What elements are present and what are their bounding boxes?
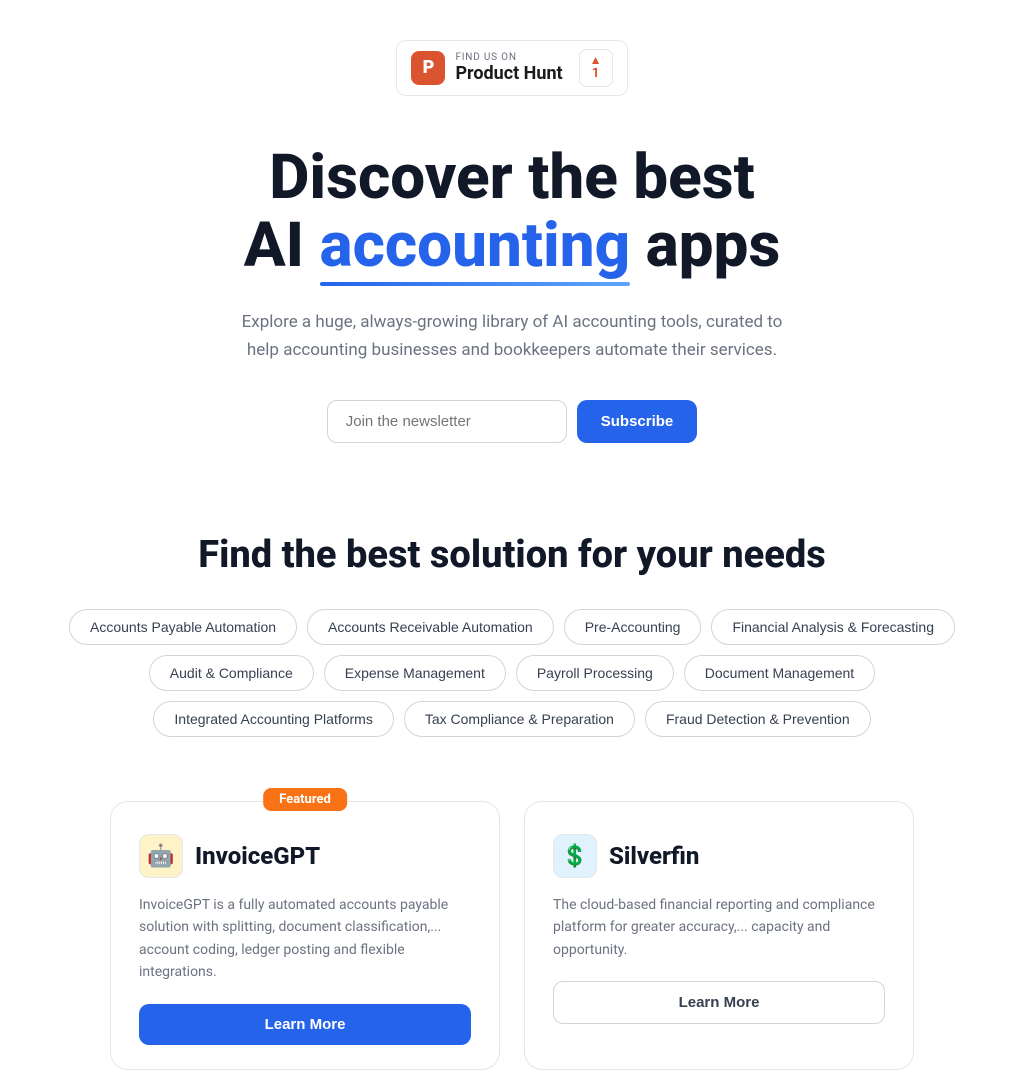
featured-badge: Featured [263, 788, 347, 811]
card-description: The cloud-based financial reporting and … [553, 894, 885, 961]
product-hunt-badge[interactable]: P FIND US ON Product Hunt ▲ 1 [396, 40, 627, 96]
tag-button[interactable]: Accounts Receivable Automation [307, 609, 554, 645]
card-name: InvoiceGPT [195, 842, 320, 870]
tag-button[interactable]: Document Management [684, 655, 875, 691]
newsletter-row: Subscribe [20, 400, 1004, 443]
card-logo-icon: 🤖 [139, 834, 183, 878]
find-us-label: FIND US ON [455, 52, 562, 63]
hero-line2-pre: AI [244, 209, 320, 282]
card-header: 💲 Silverfin [553, 834, 885, 878]
card-cta-button[interactable]: Learn More [553, 981, 885, 1024]
tag-button[interactable]: Fraud Detection & Prevention [645, 701, 871, 737]
hero-line1: Discover the best [269, 141, 755, 214]
find-section: Find the best solution for your needs Ac… [0, 463, 1024, 761]
product-hunt-name: Product Hunt [455, 63, 562, 84]
hero-line2-post: apps [630, 209, 780, 282]
tag-button[interactable]: Audit & Compliance [149, 655, 314, 691]
card-header: 🤖 InvoiceGPT [139, 834, 471, 878]
tag-button[interactable]: Payroll Processing [516, 655, 674, 691]
vote-count: 1 [592, 66, 599, 82]
tag-button[interactable]: Accounts Payable Automation [69, 609, 297, 645]
hero-title: Discover the best AI accounting apps [162, 144, 862, 280]
tags-container: Accounts Payable Automation Accounts Rece… [20, 609, 1004, 737]
card-cta-button[interactable]: Learn More [139, 1004, 471, 1045]
hero-section: Discover the best AI accounting apps Exp… [0, 96, 1024, 463]
card-name: Silverfin [609, 842, 699, 870]
product-hunt-vote[interactable]: ▲ 1 [579, 49, 613, 87]
vote-arrow-icon: ▲ [590, 54, 602, 66]
hero-subtitle: Explore a huge, always-growing library o… [232, 308, 792, 364]
tag-button[interactable]: Tax Compliance & Preparation [404, 701, 635, 737]
tag-button[interactable]: Integrated Accounting Platforms [153, 701, 393, 737]
newsletter-input[interactable] [327, 400, 567, 443]
tag-button[interactable]: Pre-Accounting [564, 609, 702, 645]
product-card: 💲 Silverfin The cloud-based financial re… [524, 801, 914, 1070]
tag-button[interactable]: Financial Analysis & Forecasting [711, 609, 955, 645]
card-description: InvoiceGPT is a fully automated accounts… [139, 894, 471, 984]
subscribe-button[interactable]: Subscribe [577, 400, 698, 443]
product-hunt-logo: P [411, 51, 445, 85]
product-card: Featured 🤖 InvoiceGPT InvoiceGPT is a fu… [110, 801, 500, 1070]
tag-button[interactable]: Expense Management [324, 655, 506, 691]
card-logo-icon: 💲 [553, 834, 597, 878]
product-hunt-text: FIND US ON Product Hunt [455, 52, 562, 84]
hero-accent-word: accounting [320, 212, 631, 280]
find-section-title: Find the best solution for your needs [20, 533, 1004, 577]
cards-row: Featured 🤖 InvoiceGPT InvoiceGPT is a fu… [0, 761, 1024, 1090]
